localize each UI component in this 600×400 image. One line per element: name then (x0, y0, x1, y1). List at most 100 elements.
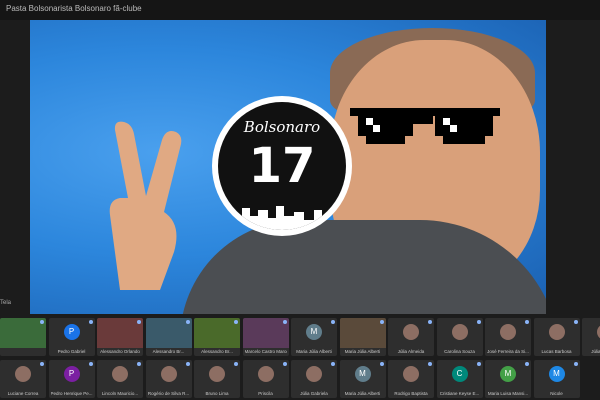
participant-name: José Ferreira da Si... (487, 349, 529, 354)
participant-tile[interactable]: C Cristiane Keyse E... (436, 360, 483, 398)
participant-name: Maria Luisa Mansi... (487, 391, 529, 396)
participant-tile[interactable]: Bruno Lima (194, 360, 240, 398)
participant-tile[interactable]: Lucas Barbosa (533, 318, 580, 356)
participant-tile[interactable]: Priscila (242, 360, 289, 398)
emblem-brand-text: Bolsonaro (243, 118, 321, 136)
window-title: Pasta Bolsonarista Bolsonaro fã-clube (6, 4, 142, 13)
mic-status-icon (234, 320, 238, 324)
participant-name: Maria Júlia Alberti (296, 349, 332, 354)
mic-status-icon (88, 320, 93, 324)
participant-avatar: P (63, 324, 80, 340)
participant-name: Cristiane Keyse E... (439, 391, 480, 396)
mic-status-icon (525, 362, 529, 366)
participant-avatar (451, 324, 468, 340)
participant-avatar (112, 366, 128, 382)
mic-status-icon (234, 362, 238, 366)
participant-tile[interactable]: Rogério de Silva R... (145, 360, 192, 398)
participant-tile[interactable]: Maria Júlia Alberti (339, 318, 386, 356)
participant-name: Alessandro Br... (201, 349, 233, 354)
mic-status-icon (428, 362, 432, 366)
participant-tile[interactable] (0, 318, 46, 356)
mic-status-icon (40, 362, 44, 366)
mic-status-icon (331, 320, 335, 324)
participant-tile[interactable]: P Pedro Henrique Pe... (48, 360, 95, 398)
mic-status-icon (476, 362, 481, 366)
participant-tile[interactable]: M Nicole (533, 360, 580, 398)
participant-tile[interactable]: Alessandro Br... (194, 318, 240, 356)
mic-status-icon (573, 362, 578, 366)
participant-tile[interactable]: Marcelo Castro Marce... (242, 318, 289, 356)
participant-tile[interactable]: M Maria Luisa Mansi... (485, 360, 531, 398)
participant-avatar: M (306, 324, 322, 340)
participant-name: Pedro Henrique Pe... (50, 391, 93, 396)
participant-name: Maria Júlia Alberti (344, 391, 381, 396)
participant-avatar: M (548, 366, 565, 382)
campaign-emblem: Bolsonaro 17 (212, 96, 352, 236)
participant-name: Pedro Gabriel (57, 349, 86, 354)
participant-name: Júlia Gabriela (300, 391, 328, 396)
participant-avatar (160, 366, 177, 382)
mic-status-icon (525, 320, 529, 324)
mic-status-icon (282, 362, 287, 366)
participant-avatar (306, 366, 322, 382)
participant-avatar (403, 324, 419, 340)
participant-video (145, 318, 192, 348)
participant-avatar: M (500, 366, 516, 382)
mic-status-icon (185, 362, 190, 366)
participant-video (242, 318, 289, 348)
participant-name: Rodrigo Baptista (394, 391, 428, 396)
participant-tile[interactable]: M Maria Júlia Alberti (291, 318, 337, 356)
city-skyline-icon (218, 206, 346, 230)
participant-name: Júlia Almeida (397, 349, 425, 354)
participant-name: Nicole (550, 391, 563, 396)
participant-name: Priscila (258, 391, 273, 396)
participant-tile[interactable]: Alessandro Orlando (97, 318, 143, 356)
participants-row-1: P Pedro Gabriel Alessandro Orlando Alessand… (0, 318, 600, 358)
participant-tile[interactable]: Júlia Gabriela (291, 360, 337, 398)
mic-status-icon (185, 320, 190, 324)
peace-sign-hand (109, 121, 182, 290)
emblem-inner: Bolsonaro 17 (218, 102, 346, 230)
participant-name: Alessandro Orlando (100, 349, 140, 354)
mic-status-icon (137, 362, 141, 366)
participant-name: Alessandro Br... (152, 349, 185, 354)
mic-status-icon (428, 320, 432, 324)
participant-tile[interactable]: Luciane Correa (0, 360, 46, 398)
participant-tile[interactable]: Alessandro Br... (145, 318, 192, 356)
participant-avatar (209, 366, 225, 382)
participant-tile[interactable]: Rodrigo Baptista (388, 360, 434, 398)
participant-name: Bruno Lima (205, 391, 229, 396)
participant-tile[interactable]: Júlia Almeida (388, 318, 434, 356)
mic-status-icon (573, 320, 578, 324)
participant-name: Marcelo Castro Marce... (244, 349, 287, 354)
participants-row-2: Luciane Correa P Pedro Henrique Pe... Linco… (0, 360, 600, 400)
participant-tile[interactable]: Carolina Souza (436, 318, 483, 356)
pixel-sunglasses-icon (350, 108, 500, 144)
mic-status-icon (379, 362, 384, 366)
mic-status-icon (331, 362, 335, 366)
participant-avatar (548, 324, 565, 340)
mic-status-icon (137, 320, 141, 324)
participant-tile[interactable]: Lincoln Mauricio... (97, 360, 143, 398)
participant-name: Júlia Gabriele (591, 349, 600, 354)
participant-avatar (500, 324, 516, 340)
screen-share-label: Tela (0, 300, 12, 306)
participant-name: Carolina Souza (444, 349, 475, 354)
participant-tile[interactable]: José Ferreira da Si... (485, 318, 531, 356)
window-title-bar: Pasta Bolsonarista Bolsonaro fã-clube (0, 0, 600, 20)
participant-tile[interactable]: Júlia Gabriele (582, 318, 600, 356)
mic-status-icon (379, 320, 384, 324)
participant-tile[interactable]: P Pedro Gabriel (48, 318, 95, 356)
participant-name: Rogério de Silva R... (147, 391, 190, 396)
participant-name: Maria Júlia Alberti (344, 349, 381, 354)
participant-tile[interactable]: M Maria Júlia Alberti (339, 360, 386, 398)
participant-name: Lucas Barbosa (541, 349, 572, 354)
mic-status-icon (476, 320, 481, 324)
mic-status-icon (40, 320, 44, 324)
mic-status-icon (282, 320, 287, 324)
participant-name: Luciane Correa (7, 391, 39, 396)
participant-avatar: C (451, 366, 468, 382)
participant-avatar (15, 366, 31, 382)
participant-name: Lincoln Mauricio... (101, 391, 139, 396)
participant-video (339, 318, 386, 348)
